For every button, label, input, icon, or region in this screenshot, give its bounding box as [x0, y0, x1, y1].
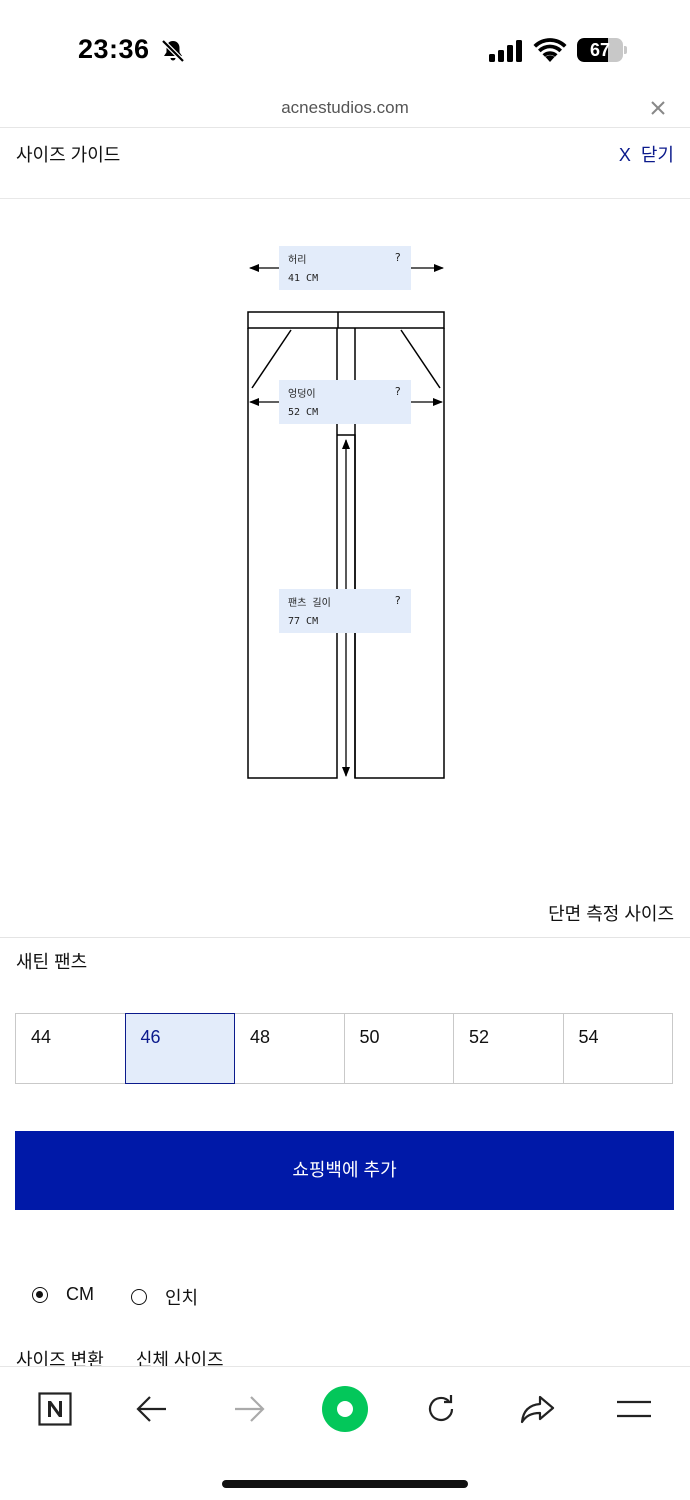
- url-bar[interactable]: acnestudios.com: [0, 88, 690, 128]
- status-bar: 23:36 67: [0, 0, 690, 100]
- measurement-type-label: 단면 측정 사이즈: [548, 904, 674, 924]
- help-icon[interactable]: ?: [394, 385, 401, 398]
- waist-measure-label[interactable]: 허리 ? 41 CM: [279, 246, 411, 290]
- reload-icon[interactable]: [417, 1388, 465, 1430]
- measure-value: 52 CM: [288, 407, 319, 418]
- divider: [0, 937, 690, 938]
- share-icon[interactable]: [514, 1388, 562, 1430]
- size-option[interactable]: 44: [15, 1013, 126, 1084]
- home-indicator: [222, 1480, 468, 1488]
- unit-label: 인치: [165, 1288, 199, 1308]
- wifi-icon: [533, 38, 567, 62]
- product-name: 새틴 팬츠: [16, 952, 88, 972]
- green-dot-icon[interactable]: [321, 1386, 369, 1432]
- close-button[interactable]: X 닫기: [619, 141, 674, 167]
- measure-value: 41 CM: [288, 273, 319, 284]
- unit-option-inch[interactable]: 인치: [131, 1284, 198, 1310]
- browser-toolbar: [0, 1366, 690, 1500]
- status-time: 23:36: [78, 34, 150, 64]
- close-x-label: X: [618, 145, 631, 165]
- url-domain[interactable]: acnestudios.com: [0, 98, 690, 118]
- bell-off-icon: [161, 39, 185, 63]
- pants-diagram: 허리 ? 41 CM 엉덩이 ? 52 CM 팬츠 길이 ? 77 CM: [0, 200, 690, 900]
- size-option[interactable]: 54: [562, 1013, 673, 1084]
- size-option[interactable]: 52: [453, 1013, 564, 1084]
- naver-home-icon[interactable]: [31, 1388, 79, 1430]
- help-icon[interactable]: ?: [394, 594, 401, 607]
- add-to-bag-button[interactable]: 쇼핑백에 추가: [15, 1131, 674, 1210]
- battery-percent: 67: [589, 40, 611, 60]
- size-guide-header: 사이즈 가이드 X 닫기: [0, 129, 690, 199]
- measure-value: 77 CM: [288, 616, 319, 627]
- measure-name: 팬츠 길이: [288, 598, 331, 609]
- length-measure-label[interactable]: 팬츠 길이 ? 77 CM: [279, 589, 411, 633]
- unit-option-cm[interactable]: CM: [32, 1284, 94, 1305]
- pants-outline: [247, 264, 445, 779]
- radio-unselected-icon[interactable]: [131, 1289, 147, 1305]
- size-option[interactable]: 50: [343, 1013, 454, 1084]
- close-label: 닫기: [640, 145, 674, 165]
- hip-measure-label[interactable]: 엉덩이 ? 52 CM: [279, 380, 411, 424]
- battery-indicator: 67: [577, 38, 627, 62]
- forward-arrow-icon[interactable]: [225, 1388, 273, 1430]
- back-arrow-icon[interactable]: [128, 1388, 176, 1430]
- size-option[interactable]: 46: [124, 1013, 235, 1084]
- radio-selected-icon[interactable]: [32, 1286, 48, 1303]
- measure-name: 엉덩이: [288, 389, 316, 400]
- size-selector: 44 46 48 50 52 54: [15, 1013, 673, 1084]
- measure-name: 허리: [288, 255, 307, 266]
- size-option[interactable]: 48: [234, 1013, 345, 1084]
- close-icon[interactable]: [648, 98, 668, 118]
- cellular-signal-icon: [489, 40, 522, 62]
- unit-label: CM: [66, 1284, 94, 1304]
- menu-icon[interactable]: [610, 1388, 658, 1430]
- page-title: 사이즈 가이드: [16, 145, 121, 165]
- help-icon[interactable]: ?: [394, 251, 401, 264]
